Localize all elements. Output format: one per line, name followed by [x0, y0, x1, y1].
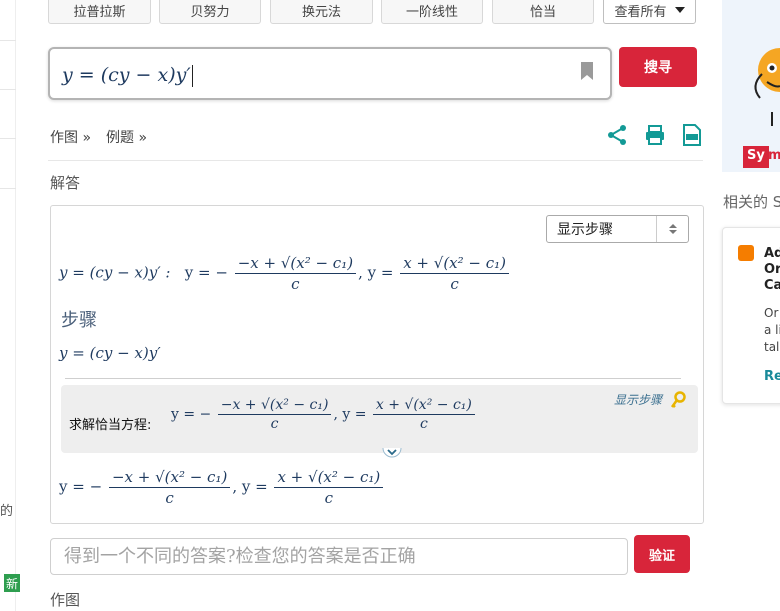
view-all-dropdown[interactable]: 查看所有 — [603, 0, 696, 24]
chip-exact[interactable]: 恰当 — [492, 0, 594, 24]
solution-card: 显示步骤 y = (cy − x)y′ : y = − −x + √(x² − … — [50, 205, 704, 524]
blog-title-line: Ca — [764, 278, 780, 293]
blog-desc-line: tal — [764, 340, 780, 354]
symbolab-logo-text: mb — [768, 148, 780, 163]
plot-section-header: 作图 — [50, 591, 81, 609]
steps-select-value: 显示步骤 — [557, 222, 613, 238]
left-divider — [0, 89, 16, 90]
blog-card[interactable]: Ad Or Ca Or a li tal Re — [722, 227, 780, 404]
key-icon[interactable] — [670, 391, 686, 409]
new-badge: 新 — [4, 574, 20, 592]
read-more-link[interactable]: Re — [764, 369, 780, 384]
left-divider — [0, 188, 16, 189]
left-divider — [0, 138, 16, 139]
step-result: y = − −x + √(x² − c₁) c, y = x + √(x² − c… — [171, 397, 477, 432]
result-fraction-2: x + √(x² − c₁) c — [400, 254, 510, 293]
steps-divider — [65, 378, 681, 379]
blog-title-line: Or — [764, 262, 780, 277]
right-column: Sy mb 相关的 S Ad Or Ca Or a li tal Re — [722, 0, 780, 611]
check-answer-input[interactable] — [51, 539, 627, 574]
section-divider — [48, 160, 703, 161]
plot-link[interactable]: 作图 » — [50, 127, 91, 147]
solution-header: 解答 — [50, 174, 81, 192]
steps-equation: y = (cy − x)y′ — [59, 344, 161, 362]
left-divider — [0, 40, 16, 41]
chip-bernoulli[interactable]: 贝努力 — [159, 0, 261, 24]
symbolab-logo: Sy — [743, 146, 769, 168]
caret-down-icon — [674, 7, 685, 13]
blogger-icon — [738, 245, 754, 261]
chevron-down-icon[interactable] — [382, 446, 402, 460]
chip-substitution[interactable]: 换元法 — [270, 0, 373, 24]
left-text-fragment: 的 — [0, 504, 14, 519]
check-answer-field[interactable] — [50, 538, 628, 575]
action-icons — [606, 124, 702, 146]
chip-laplace[interactable]: 拉普拉斯 — [48, 0, 151, 24]
step-label: 求解恰当方程: — [69, 418, 152, 433]
show-steps-link[interactable]: 显示步骤 — [614, 391, 662, 408]
share-icon[interactable] — [606, 124, 628, 146]
select-spinner-icon — [656, 216, 688, 242]
pdf-icon[interactable] — [682, 124, 702, 146]
solution-result: y = (cy − x)y′ : y = − −x + √(x² − c₁) c,… — [59, 254, 511, 293]
print-icon[interactable] — [644, 124, 666, 146]
blog-desc-line: a li — [764, 323, 780, 337]
chip-first-order-linear[interactable]: 一阶线性 — [381, 0, 483, 24]
blog-desc-line: Or — [764, 306, 779, 320]
final-result: y = − −x + √(x² − c₁) c, y = x + √(x² − c… — [59, 468, 385, 507]
related-title: 相关的 S — [723, 193, 780, 211]
text-cursor — [191, 65, 193, 87]
search-input[interactable]: y = (cy − x)y′ — [48, 47, 612, 100]
steps-select[interactable]: 显示步骤 — [546, 215, 689, 243]
left-strip: 的 新 — [0, 0, 20, 611]
verify-button[interactable]: 验证 — [634, 535, 690, 573]
result-fraction-1: −x + √(x² − c₁) c — [234, 254, 357, 293]
result-intro: y = (cy − x)y′ : — [59, 263, 171, 282]
steps-heading: 步骤 — [61, 310, 97, 331]
bookmark-icon[interactable] — [580, 61, 594, 81]
view-all-label: 查看所有 — [614, 4, 667, 20]
search-expression: y = (cy − x)y′ — [62, 64, 193, 87]
search-button[interactable]: 搜寻 — [619, 47, 697, 87]
blog-title-line: Ad — [764, 246, 780, 261]
examples-link[interactable]: 例题 » — [106, 127, 147, 147]
step-box: 求解恰当方程: y = − −x + √(x² − c₁) c, y = x + … — [61, 385, 698, 458]
